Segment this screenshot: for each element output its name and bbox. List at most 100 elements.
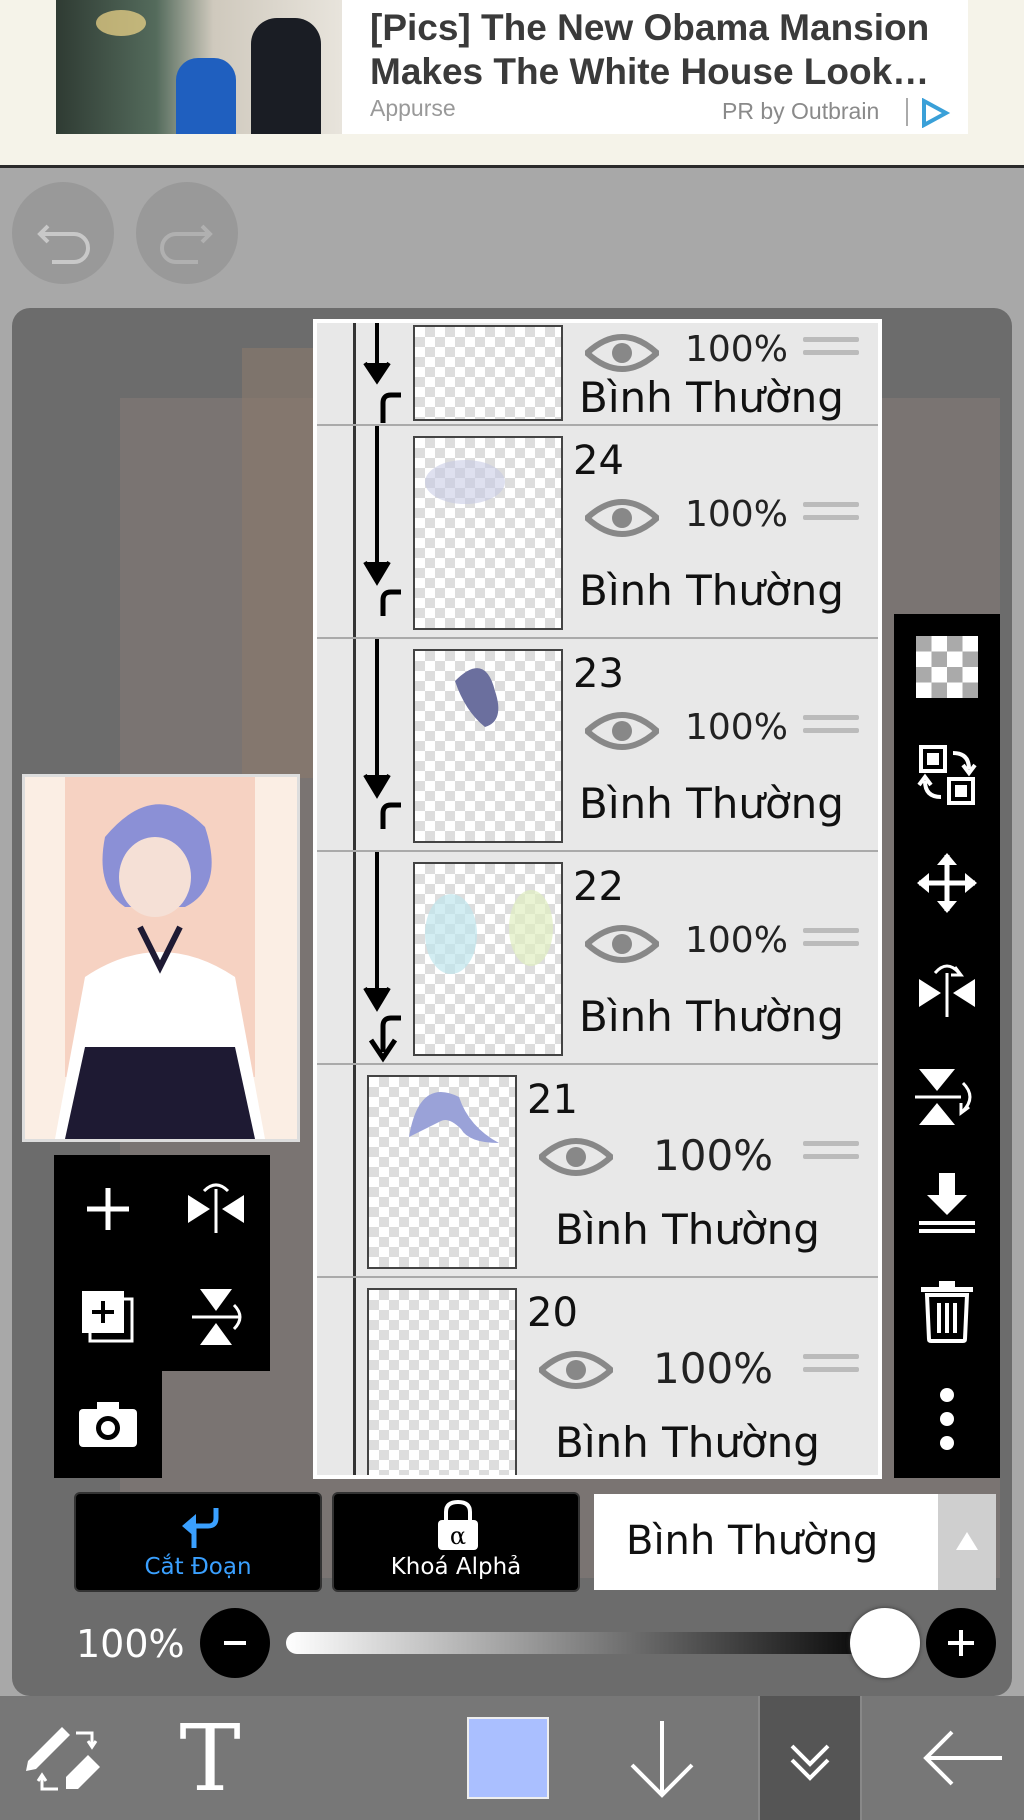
layer-opacity: 100% [685,494,788,535]
merge-down-icon [919,1173,975,1233]
flip-horizontal-button[interactable] [894,936,1000,1042]
trash-icon [921,1281,973,1343]
camera-icon [79,1402,137,1447]
scroll-down-button[interactable] [612,1696,712,1820]
blend-mode-value: Bình Thường [626,1518,879,1564]
eye-icon[interactable] [585,496,659,540]
blend-mode-dropdown-button[interactable] [938,1494,996,1590]
delete-layer-button[interactable] [894,1258,1000,1364]
layer-row[interactable]: 23 100% Bình Thường [317,639,878,852]
back-button[interactable] [908,1696,1018,1820]
layer-row[interactable]: 21 100% Bình Thường [317,1065,878,1278]
undo-button[interactable] [12,182,114,284]
color-swatch-button[interactable] [460,1696,556,1820]
opacity-decrease-button[interactable] [200,1608,270,1678]
layer-row[interactable]: 20 100% Bình Thường [317,1278,878,1475]
ad-source: Appurse [370,95,456,121]
layer-blend-mode: Bình Thường [555,1205,820,1254]
layers-toggle-button[interactable] [758,1696,862,1820]
layer-opacity: 100% [685,920,788,961]
layer-row[interactable]: 100% Bình Thường [317,323,878,426]
layer-opacity: 100% [653,1344,774,1393]
eye-icon[interactable] [539,1348,613,1392]
add-layer-button[interactable] [54,1155,162,1263]
svg-text:T: T [179,1718,240,1798]
layer-number: 21 [527,1077,578,1123]
ad-title[interactable]: [Pics] The New Obama Mansion Makes The W… [370,6,950,94]
flip-horizontal-layer-button[interactable] [162,1155,270,1263]
layer-number: 23 [573,651,624,697]
layer-number: 24 [573,438,624,484]
drag-handle-icon[interactable] [803,502,859,538]
ad-divider [906,98,908,126]
ad-banner[interactable]: [Pics] The New Obama Mansion Makes The W… [0,0,1024,168]
swap-layers-button[interactable] [894,722,1000,828]
layer-thumbnail[interactable] [413,436,563,630]
adchoices-icon[interactable] [918,98,952,128]
clip-arrow-icon [363,852,401,1063]
clip-arrow-icon [182,1508,219,1548]
redo-button[interactable] [136,182,238,284]
opacity-slider-track[interactable] [286,1632,886,1654]
flip-vertical-icon [192,1289,242,1345]
move-icon [917,853,977,913]
eye-icon[interactable] [539,1135,613,1179]
redo-icon [160,224,213,264]
plus-icon [87,1188,129,1230]
more-vertical-icon [940,1388,954,1450]
undo-icon [37,224,90,264]
eye-icon[interactable] [585,709,659,753]
opacity-increase-button[interactable] [926,1608,996,1678]
canvas-preview-thumbnail[interactable] [22,774,300,1142]
layer-thumbnail[interactable] [367,1288,517,1475]
layers-panel[interactable]: 100% Bình Thường 24 100% Bình Thường 23 … [313,319,882,1479]
opacity-value: 100% [76,1622,185,1666]
drag-handle-icon[interactable] [803,1354,859,1390]
ad-pr-label[interactable]: PR by Outbrain [722,98,879,125]
text-tool-button[interactable]: T [160,1696,260,1820]
drag-handle-icon[interactable] [803,337,859,373]
layer-thumbnail[interactable] [413,649,563,843]
layer-row[interactable]: 22 100% Bình Thường [317,852,878,1065]
text-tool-icon: T [179,1718,240,1798]
ad-image[interactable] [56,0,342,134]
minus-icon [224,1641,246,1645]
camera-import-button[interactable] [54,1370,162,1478]
duplicate-layer-button[interactable] [54,1263,162,1371]
layer-number: 22 [573,864,624,910]
layer-row[interactable]: 24 100% Bình Thường [317,426,878,639]
clip-arrow-icon [363,323,401,423]
drag-handle-icon[interactable] [803,928,859,964]
move-layer-button[interactable] [894,830,1000,936]
clipping-button[interactable]: Cắt Đoạn [74,1492,322,1592]
duplicate-icon [82,1291,134,1343]
layer-blend-mode: Bình Thường [579,373,844,422]
arrow-left-icon [923,1730,1002,1786]
brush-eraser-toggle-button[interactable] [8,1696,118,1820]
drag-handle-icon[interactable] [803,715,859,751]
lock-alpha-icon: α [438,1500,478,1550]
layer-number: 20 [527,1290,578,1336]
more-options-button[interactable] [894,1366,1000,1472]
blend-mode-select[interactable]: Bình Thường [594,1494,938,1590]
flip-vertical-button[interactable] [894,1044,1000,1150]
layer-opacity: 100% [685,707,788,748]
layer-opacity: 100% [653,1131,774,1180]
layer-thumbnail[interactable] [413,325,563,421]
opacity-slider-knob[interactable] [850,1608,920,1678]
current-color-swatch [467,1717,549,1799]
plus-icon [948,1630,974,1656]
flip-vertical-layer-button[interactable] [162,1263,270,1371]
layer-thumbnail[interactable] [367,1075,517,1269]
svg-text:α: α [450,1522,466,1550]
layer-mini-tools [54,1155,270,1371]
merge-down-button[interactable] [894,1150,1000,1256]
eye-icon[interactable] [585,922,659,966]
layer-opacity: 100% [685,329,788,370]
drag-handle-icon[interactable] [803,1141,859,1177]
flip-horizontal-icon [919,964,975,1017]
transparency-button[interactable] [894,614,1000,720]
layer-thumbnail[interactable] [413,862,563,1056]
alpha-lock-button[interactable]: α Khoá Alphả [332,1492,580,1592]
eye-icon[interactable] [585,331,659,375]
